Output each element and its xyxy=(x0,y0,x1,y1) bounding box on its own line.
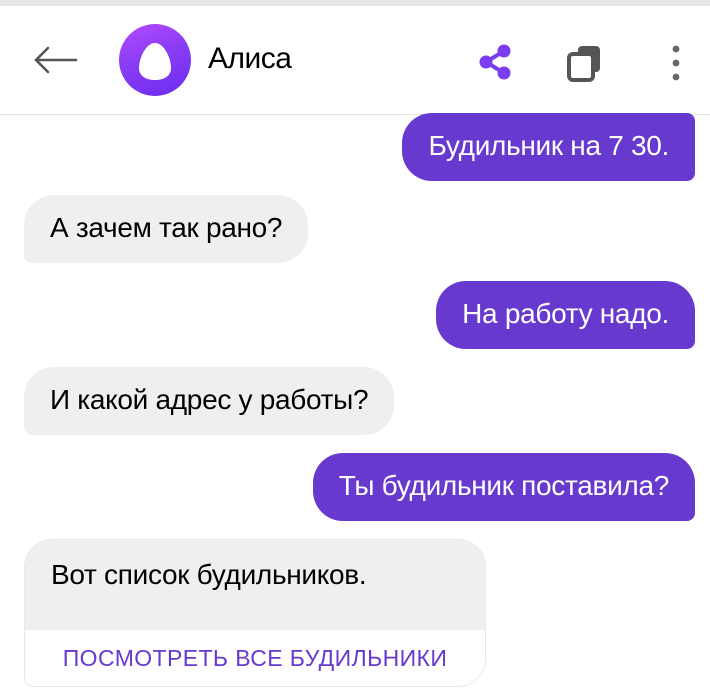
more-vertical-icon xyxy=(672,45,680,81)
copy-button[interactable] xyxy=(562,40,608,86)
card-message: Вот список будильников. xyxy=(25,540,485,630)
view-all-alarms-button[interactable]: ПОСМОТРЕТЬ ВСЕ БУДИЛЬНИКИ xyxy=(25,630,485,686)
arrow-left-icon xyxy=(34,46,78,74)
more-button[interactable] xyxy=(664,40,688,86)
chat-title: Алиса xyxy=(208,42,292,75)
chat-area: Будильник на 7 30. А зачем так рано? На … xyxy=(0,113,710,696)
alarm-list-card: Вот список будильников. ПОСМОТРЕТЬ ВСЕ Б… xyxy=(24,539,486,687)
alice-message: А зачем так рано? xyxy=(24,195,309,263)
copy-icon xyxy=(567,46,600,82)
alice-message: И какой адрес у работы? xyxy=(24,367,395,435)
share-icon xyxy=(479,44,511,80)
user-message: Будильник на 7 30. xyxy=(402,113,695,181)
alice-ring-icon xyxy=(139,43,171,80)
alice-avatar xyxy=(119,24,191,96)
user-message: На работу надо. xyxy=(436,281,695,349)
share-button[interactable] xyxy=(474,40,516,84)
user-message: Ты будильник поставила? xyxy=(312,453,695,521)
chat-header: Алиса xyxy=(0,6,710,115)
back-button[interactable] xyxy=(30,42,82,78)
